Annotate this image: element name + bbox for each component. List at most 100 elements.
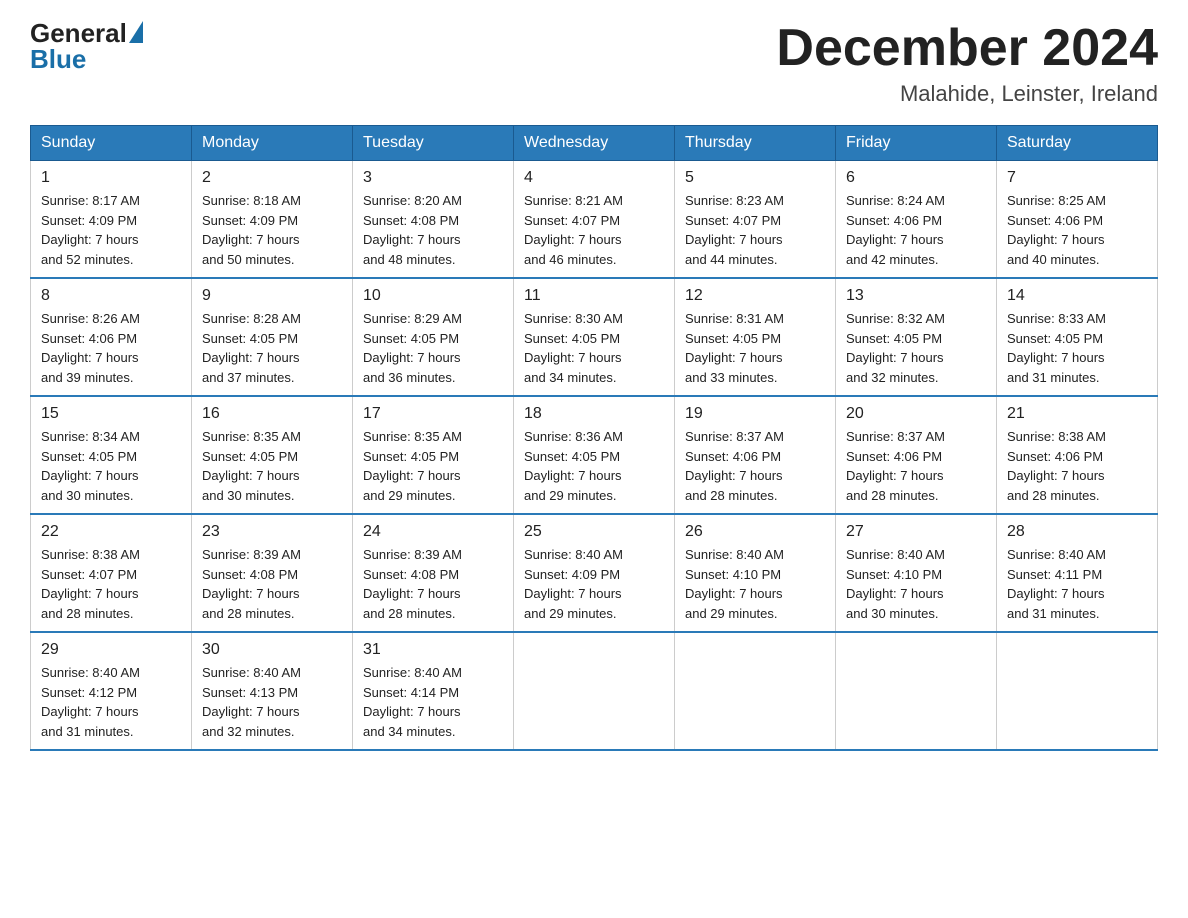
week-row-4: 22Sunrise: 8:38 AM Sunset: 4:07 PM Dayli… <box>31 514 1158 632</box>
day-info: Sunrise: 8:24 AM Sunset: 4:06 PM Dayligh… <box>846 191 986 269</box>
day-number: 23 <box>202 523 342 541</box>
title-section: December 2024 Malahide, Leinster, Irelan… <box>776 20 1158 107</box>
day-info: Sunrise: 8:35 AM Sunset: 4:05 PM Dayligh… <box>202 427 342 505</box>
day-info: Sunrise: 8:38 AM Sunset: 4:07 PM Dayligh… <box>41 545 181 623</box>
day-info: Sunrise: 8:20 AM Sunset: 4:08 PM Dayligh… <box>363 191 503 269</box>
day-cell: 30 Sunrise: 8:40 AM Sunset: 4:13 PM Dayli… <box>192 632 353 750</box>
day-cell: 26Sunrise: 8:40 AM Sunset: 4:10 PM Dayli… <box>675 514 836 632</box>
month-title: December 2024 <box>776 20 1158 77</box>
day-cell: 16 Sunrise: 8:35 AM Sunset: 4:05 PM Dayli… <box>192 396 353 514</box>
day-info: Sunrise: 8:30 AM Sunset: 4:05 PM Dayligh… <box>524 309 664 387</box>
day-cell: 24Sunrise: 8:39 AM Sunset: 4:08 PM Dayli… <box>353 514 514 632</box>
day-number: 2 <box>202 169 342 187</box>
day-number: 30 <box>202 641 342 659</box>
header-sunday: Sunday <box>31 126 192 161</box>
day-info: Sunrise: 8:23 AM Sunset: 4:07 PM Dayligh… <box>685 191 825 269</box>
day-cell: 14 Sunrise: 8:33 AM Sunset: 4:05 PM Dayli… <box>997 278 1158 396</box>
day-number: 14 <box>1007 287 1147 305</box>
day-number: 1 <box>41 169 181 187</box>
day-info: Sunrise: 8:40 AM Sunset: 4:11 PM Dayligh… <box>1007 545 1147 623</box>
day-number: 27 <box>846 523 986 541</box>
header-friday: Friday <box>836 126 997 161</box>
day-info: Sunrise: 8:40 AM Sunset: 4:10 PM Dayligh… <box>846 545 986 623</box>
day-info: Sunrise: 8:31 AM Sunset: 4:05 PM Dayligh… <box>685 309 825 387</box>
day-cell: 1 Sunrise: 8:17 AM Sunset: 4:09 PM Daylig… <box>31 161 192 279</box>
day-cell: 21 Sunrise: 8:38 AM Sunset: 4:06 PM Dayli… <box>997 396 1158 514</box>
day-number: 26 <box>685 523 825 541</box>
day-info: Sunrise: 8:28 AM Sunset: 4:05 PM Dayligh… <box>202 309 342 387</box>
day-info: Sunrise: 8:36 AM Sunset: 4:05 PM Dayligh… <box>524 427 664 505</box>
day-info: Sunrise: 8:17 AM Sunset: 4:09 PM Dayligh… <box>41 191 181 269</box>
day-cell <box>514 632 675 750</box>
day-info: Sunrise: 8:18 AM Sunset: 4:09 PM Dayligh… <box>202 191 342 269</box>
header-row: SundayMondayTuesdayWednesdayThursdayFrid… <box>31 126 1158 161</box>
day-number: 18 <box>524 405 664 423</box>
day-info: Sunrise: 8:37 AM Sunset: 4:06 PM Dayligh… <box>846 427 986 505</box>
header-saturday: Saturday <box>997 126 1158 161</box>
day-number: 10 <box>363 287 503 305</box>
day-cell: 13 Sunrise: 8:32 AM Sunset: 4:05 PM Dayli… <box>836 278 997 396</box>
page-header: General Blue December 2024 Malahide, Lei… <box>30 20 1158 107</box>
day-number: 6 <box>846 169 986 187</box>
logo-blue: Blue <box>30 44 86 75</box>
logo: General Blue <box>30 20 143 75</box>
day-cell: 31 Sunrise: 8:40 AM Sunset: 4:14 PM Dayli… <box>353 632 514 750</box>
day-cell: 5Sunrise: 8:23 AM Sunset: 4:07 PM Daylig… <box>675 161 836 279</box>
day-info: Sunrise: 8:33 AM Sunset: 4:05 PM Dayligh… <box>1007 309 1147 387</box>
day-number: 17 <box>363 405 503 423</box>
day-number: 13 <box>846 287 986 305</box>
week-row-1: 1 Sunrise: 8:17 AM Sunset: 4:09 PM Daylig… <box>31 161 1158 279</box>
day-cell: 2 Sunrise: 8:18 AM Sunset: 4:09 PM Daylig… <box>192 161 353 279</box>
day-info: Sunrise: 8:40 AM Sunset: 4:14 PM Dayligh… <box>363 663 503 741</box>
day-cell: 27 Sunrise: 8:40 AM Sunset: 4:10 PM Dayli… <box>836 514 997 632</box>
week-row-5: 29Sunrise: 8:40 AM Sunset: 4:12 PM Dayli… <box>31 632 1158 750</box>
week-row-2: 8 Sunrise: 8:26 AM Sunset: 4:06 PM Daylig… <box>31 278 1158 396</box>
day-cell: 10Sunrise: 8:29 AM Sunset: 4:05 PM Dayli… <box>353 278 514 396</box>
day-info: Sunrise: 8:35 AM Sunset: 4:05 PM Dayligh… <box>363 427 503 505</box>
day-number: 9 <box>202 287 342 305</box>
day-number: 19 <box>685 405 825 423</box>
day-number: 12 <box>685 287 825 305</box>
day-number: 16 <box>202 405 342 423</box>
day-cell: 28 Sunrise: 8:40 AM Sunset: 4:11 PM Dayli… <box>997 514 1158 632</box>
day-number: 7 <box>1007 169 1147 187</box>
day-number: 20 <box>846 405 986 423</box>
day-info: Sunrise: 8:40 AM Sunset: 4:13 PM Dayligh… <box>202 663 342 741</box>
day-info: Sunrise: 8:38 AM Sunset: 4:06 PM Dayligh… <box>1007 427 1147 505</box>
day-number: 24 <box>363 523 503 541</box>
day-info: Sunrise: 8:25 AM Sunset: 4:06 PM Dayligh… <box>1007 191 1147 269</box>
day-number: 11 <box>524 287 664 305</box>
day-number: 28 <box>1007 523 1147 541</box>
location: Malahide, Leinster, Ireland <box>776 81 1158 107</box>
day-info: Sunrise: 8:40 AM Sunset: 4:09 PM Dayligh… <box>524 545 664 623</box>
day-cell: 25 Sunrise: 8:40 AM Sunset: 4:09 PM Dayli… <box>514 514 675 632</box>
week-row-3: 15Sunrise: 8:34 AM Sunset: 4:05 PM Dayli… <box>31 396 1158 514</box>
day-cell: 15Sunrise: 8:34 AM Sunset: 4:05 PM Dayli… <box>31 396 192 514</box>
day-number: 31 <box>363 641 503 659</box>
day-info: Sunrise: 8:26 AM Sunset: 4:06 PM Dayligh… <box>41 309 181 387</box>
day-cell: 23 Sunrise: 8:39 AM Sunset: 4:08 PM Dayli… <box>192 514 353 632</box>
day-cell <box>836 632 997 750</box>
day-info: Sunrise: 8:39 AM Sunset: 4:08 PM Dayligh… <box>202 545 342 623</box>
day-cell: 17 Sunrise: 8:35 AM Sunset: 4:05 PM Dayli… <box>353 396 514 514</box>
day-info: Sunrise: 8:40 AM Sunset: 4:12 PM Dayligh… <box>41 663 181 741</box>
day-number: 3 <box>363 169 503 187</box>
day-cell <box>997 632 1158 750</box>
day-cell: 9 Sunrise: 8:28 AM Sunset: 4:05 PM Daylig… <box>192 278 353 396</box>
day-number: 8 <box>41 287 181 305</box>
day-cell <box>675 632 836 750</box>
day-cell: 19 Sunrise: 8:37 AM Sunset: 4:06 PM Dayli… <box>675 396 836 514</box>
day-info: Sunrise: 8:37 AM Sunset: 4:06 PM Dayligh… <box>685 427 825 505</box>
day-info: Sunrise: 8:21 AM Sunset: 4:07 PM Dayligh… <box>524 191 664 269</box>
day-number: 21 <box>1007 405 1147 423</box>
day-cell: 8 Sunrise: 8:26 AM Sunset: 4:06 PM Daylig… <box>31 278 192 396</box>
day-number: 15 <box>41 405 181 423</box>
day-cell: 3 Sunrise: 8:20 AM Sunset: 4:08 PM Daylig… <box>353 161 514 279</box>
header-wednesday: Wednesday <box>514 126 675 161</box>
day-number: 25 <box>524 523 664 541</box>
header-monday: Monday <box>192 126 353 161</box>
header-tuesday: Tuesday <box>353 126 514 161</box>
day-cell: 22Sunrise: 8:38 AM Sunset: 4:07 PM Dayli… <box>31 514 192 632</box>
day-info: Sunrise: 8:32 AM Sunset: 4:05 PM Dayligh… <box>846 309 986 387</box>
logo-triangle-icon <box>129 21 143 43</box>
